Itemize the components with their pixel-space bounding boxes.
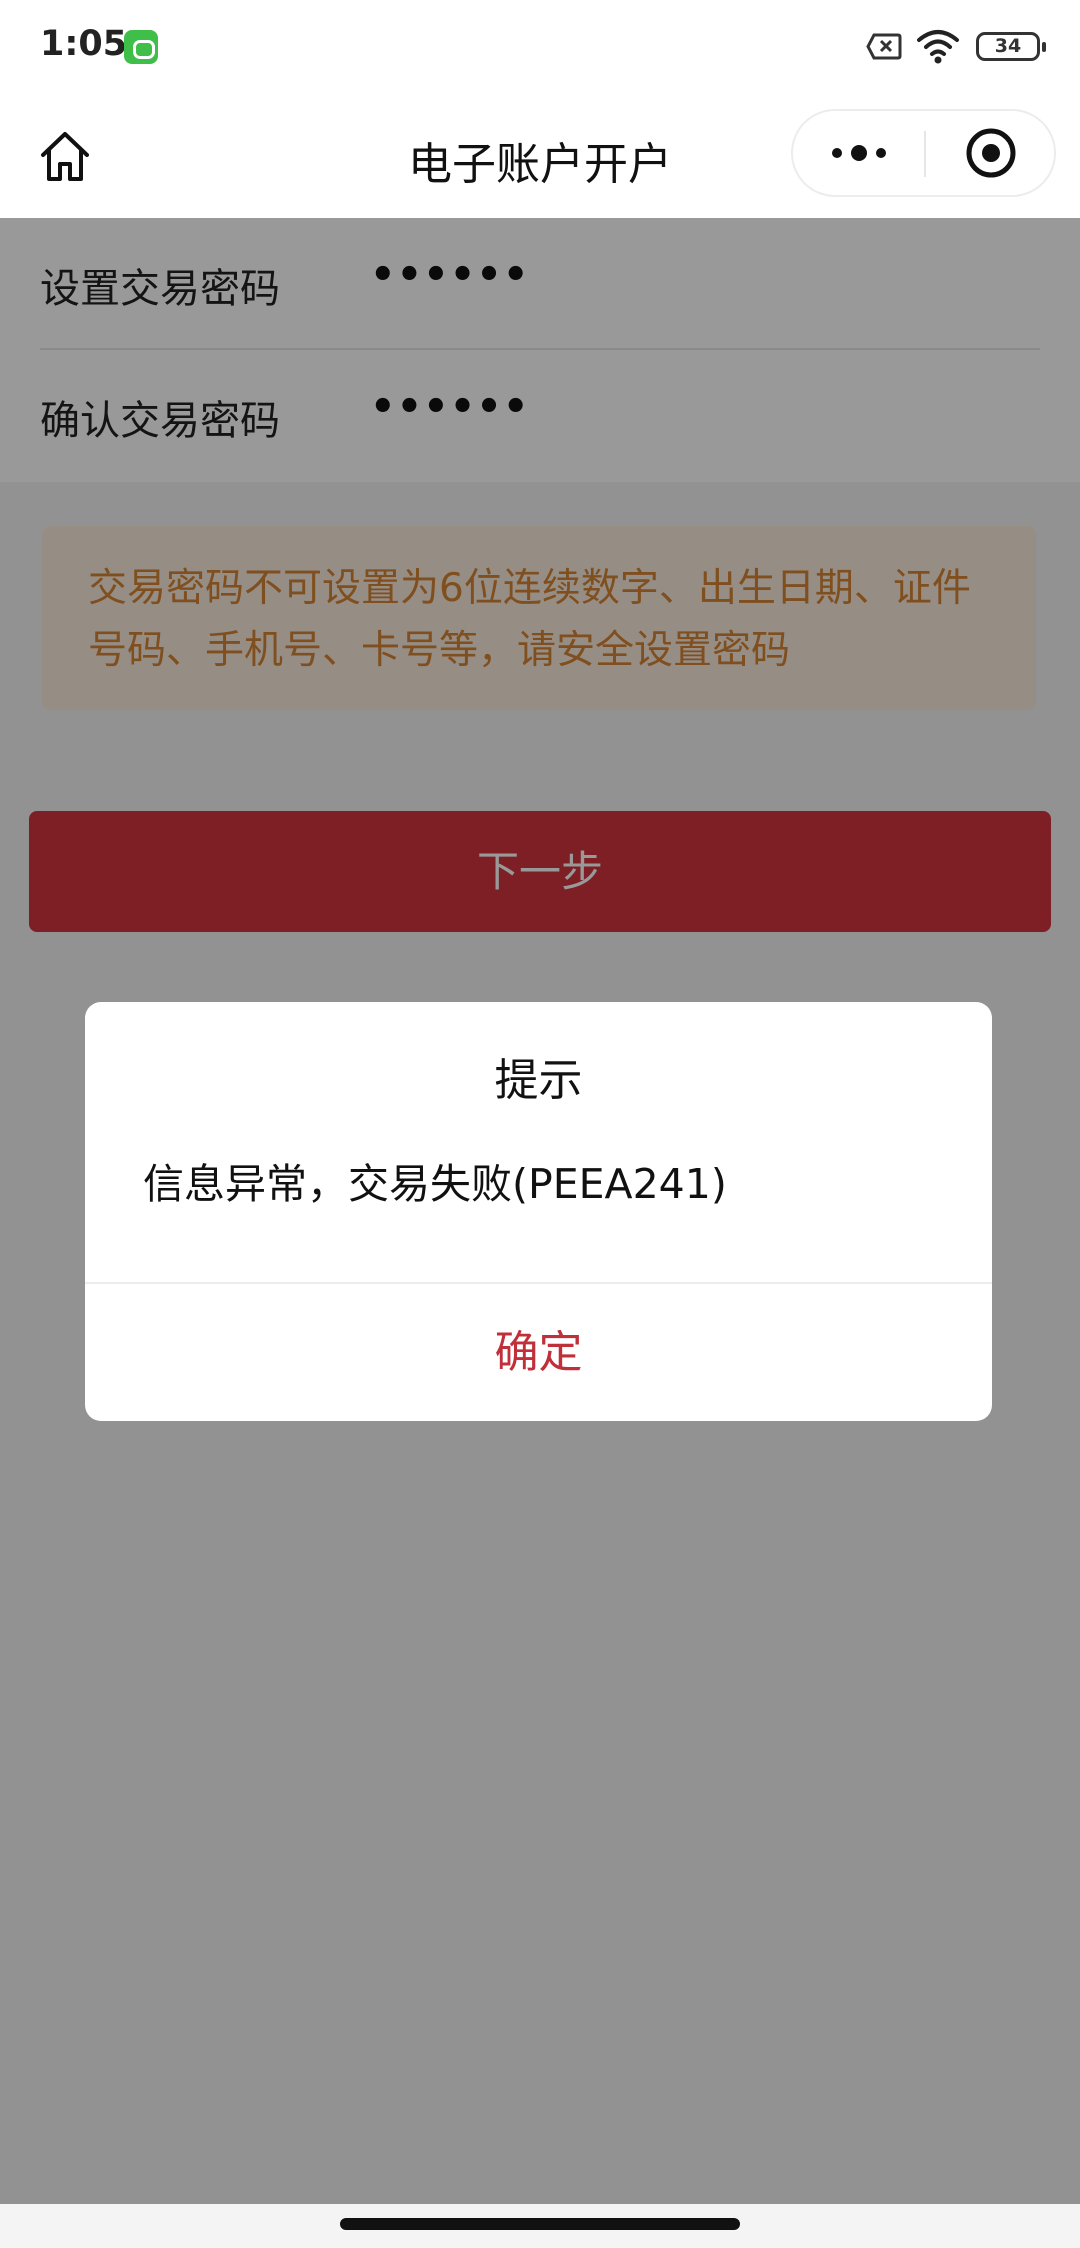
no-sim-icon [866,33,902,60]
close-miniprogram-icon [966,128,1016,178]
alert-dialog: 提示 信息异常，交易失败(PEEA241) 确定 [85,1002,992,1421]
more-button[interactable] [795,111,923,195]
nav-bar: 电子账户开户 [0,96,1080,218]
app-notification-icon [124,30,158,64]
home-indicator[interactable] [340,2218,740,2230]
confirm-button[interactable]: 确定 [85,1284,992,1421]
more-dots-icon [832,145,886,161]
status-bar: 1:05 34 [0,0,1080,96]
capsule-divider [924,131,926,177]
status-time: 1:05 [40,24,128,64]
close-miniprogram-button[interactable] [927,111,1055,195]
miniprogram-capsule [791,109,1056,197]
battery-indicator: 34 [976,32,1046,61]
wifi-icon [917,30,959,64]
dialog-title: 提示 [494,1055,583,1106]
screen: 1:05 34 电子账户开户 设置交易密码 •••••• 确认交易密码 ••••… [0,0,1080,2248]
dialog-message: 信息异常，交易失败(PEEA241) [143,1160,727,1208]
